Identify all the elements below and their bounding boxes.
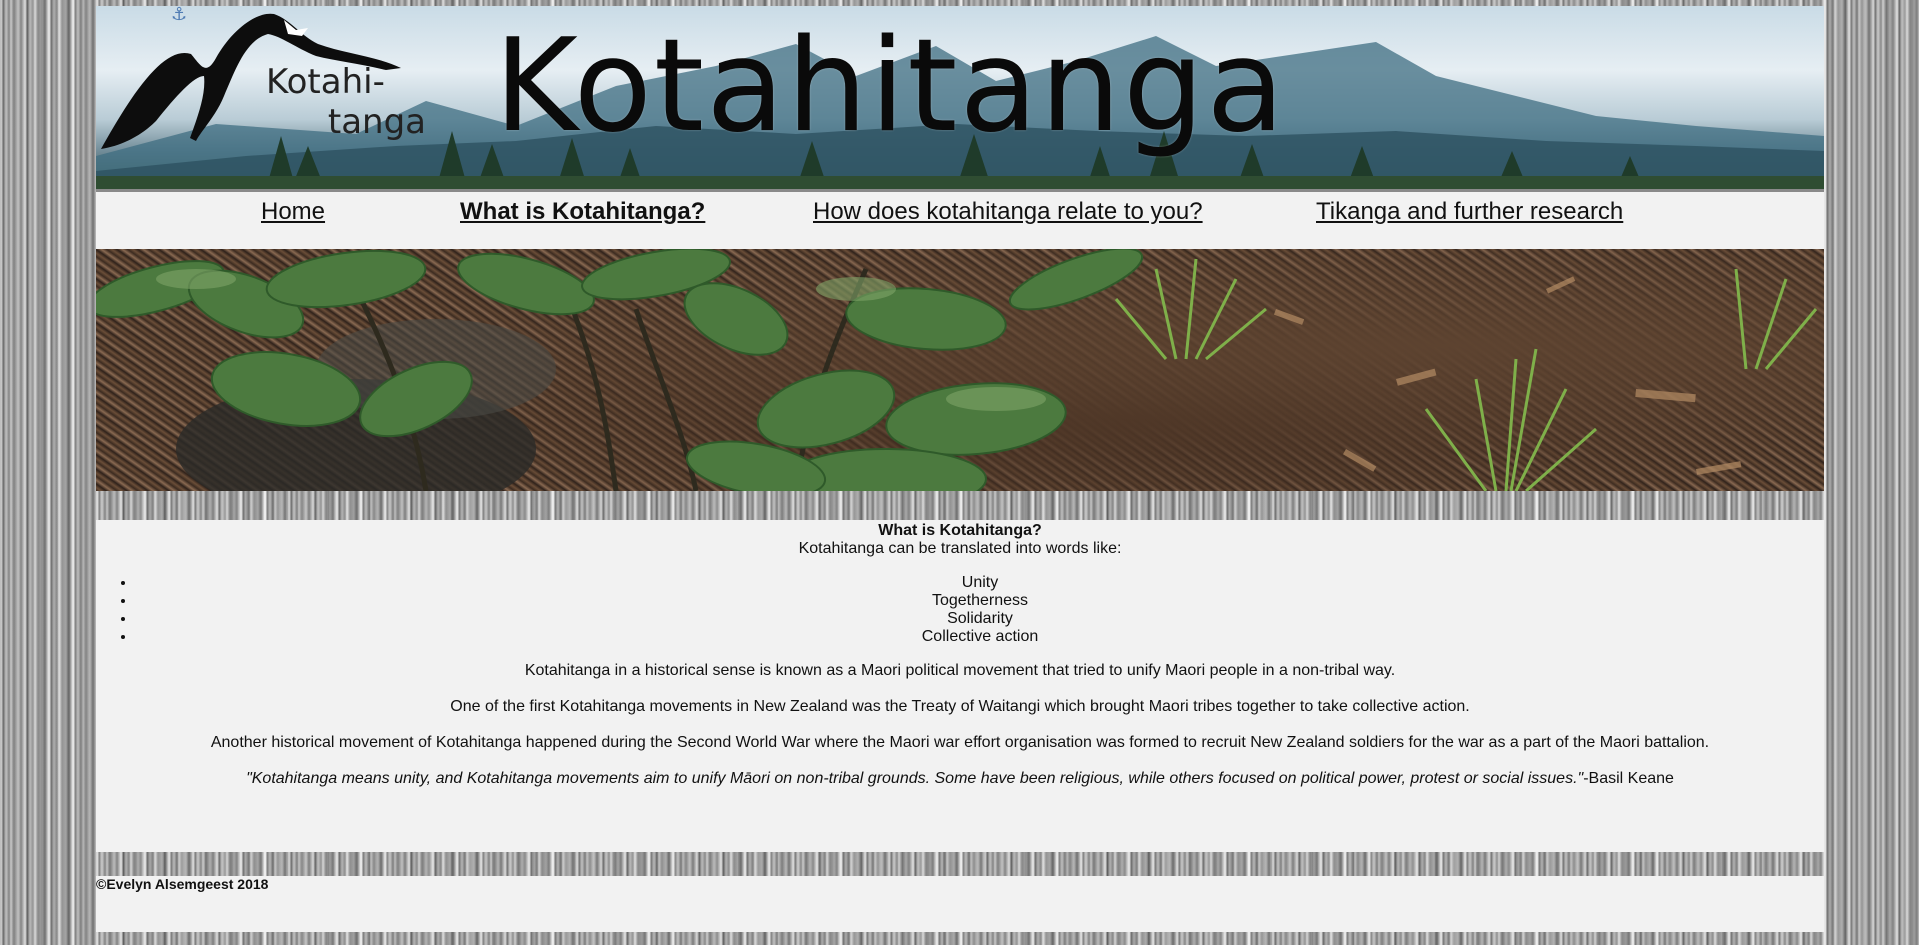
content-heading: What is Kotahitanga? bbox=[878, 522, 1042, 539]
paragraph-second-world-war: Another historical movement of Kotahitan… bbox=[210, 734, 1710, 751]
list-item: Collective action bbox=[136, 628, 1824, 646]
site-logo[interactable]: Kotahi- tanga bbox=[266, 62, 426, 142]
copyright-text: ©Evelyn Alsemgeest 2018 bbox=[96, 876, 269, 892]
anchor-icon: ⚓ bbox=[171, 6, 188, 25]
nav-link-tikanga-research[interactable]: Tikanga and further research bbox=[1316, 198, 1623, 226]
main-navigation: Home What is Kotahitanga? How does kotah… bbox=[96, 189, 1824, 249]
list-item: Solidarity bbox=[136, 610, 1824, 628]
paragraph-treaty-of-waitangi: One of the first Kotahitanga movements i… bbox=[450, 698, 1470, 715]
quote-text: "Kotahitanga means unity, and Kotahitang… bbox=[246, 770, 1584, 787]
hero-image bbox=[96, 249, 1824, 491]
footer: ©Evelyn Alsemgeest 2018 bbox=[96, 876, 1824, 932]
decorative-stripe bbox=[96, 491, 1824, 520]
decorative-stripe bbox=[96, 852, 1824, 876]
list-item: Unity bbox=[136, 574, 1824, 592]
logo-line-1: Kotahi- bbox=[266, 62, 385, 102]
hero-plants-illustration bbox=[96, 249, 1818, 491]
list-item: Togetherness bbox=[136, 592, 1824, 610]
nav-link-home[interactable]: Home bbox=[261, 198, 325, 226]
nav-link-how-does-it-relate[interactable]: How does kotahitanga relate to you? bbox=[813, 198, 1203, 226]
quote-attribution: -Basil Keane bbox=[1583, 770, 1674, 787]
logo-line-2: tanga bbox=[327, 102, 426, 142]
content-intro: Kotahitanga can be translated into words… bbox=[798, 540, 1122, 557]
main-content: What is Kotahitanga? Kotahitanga can be … bbox=[96, 520, 1824, 852]
header-banner: ⚓ Kotahi- tanga Kotahitanga bbox=[96, 6, 1824, 189]
translation-list: Unity Togetherness Solidarity Collective… bbox=[96, 574, 1824, 646]
paragraph-historical-sense: Kotahitanga in a historical sense is kno… bbox=[524, 662, 1396, 679]
quote-paragraph: "Kotahitanga means unity, and Kotahitang… bbox=[96, 770, 1824, 788]
banner-title: Kotahitanga bbox=[494, 12, 1287, 161]
page-container: ⚓ Kotahi- tanga Kotahitanga Home What is… bbox=[96, 6, 1824, 932]
nav-link-what-is-kotahitanga[interactable]: What is Kotahitanga? bbox=[460, 198, 705, 226]
